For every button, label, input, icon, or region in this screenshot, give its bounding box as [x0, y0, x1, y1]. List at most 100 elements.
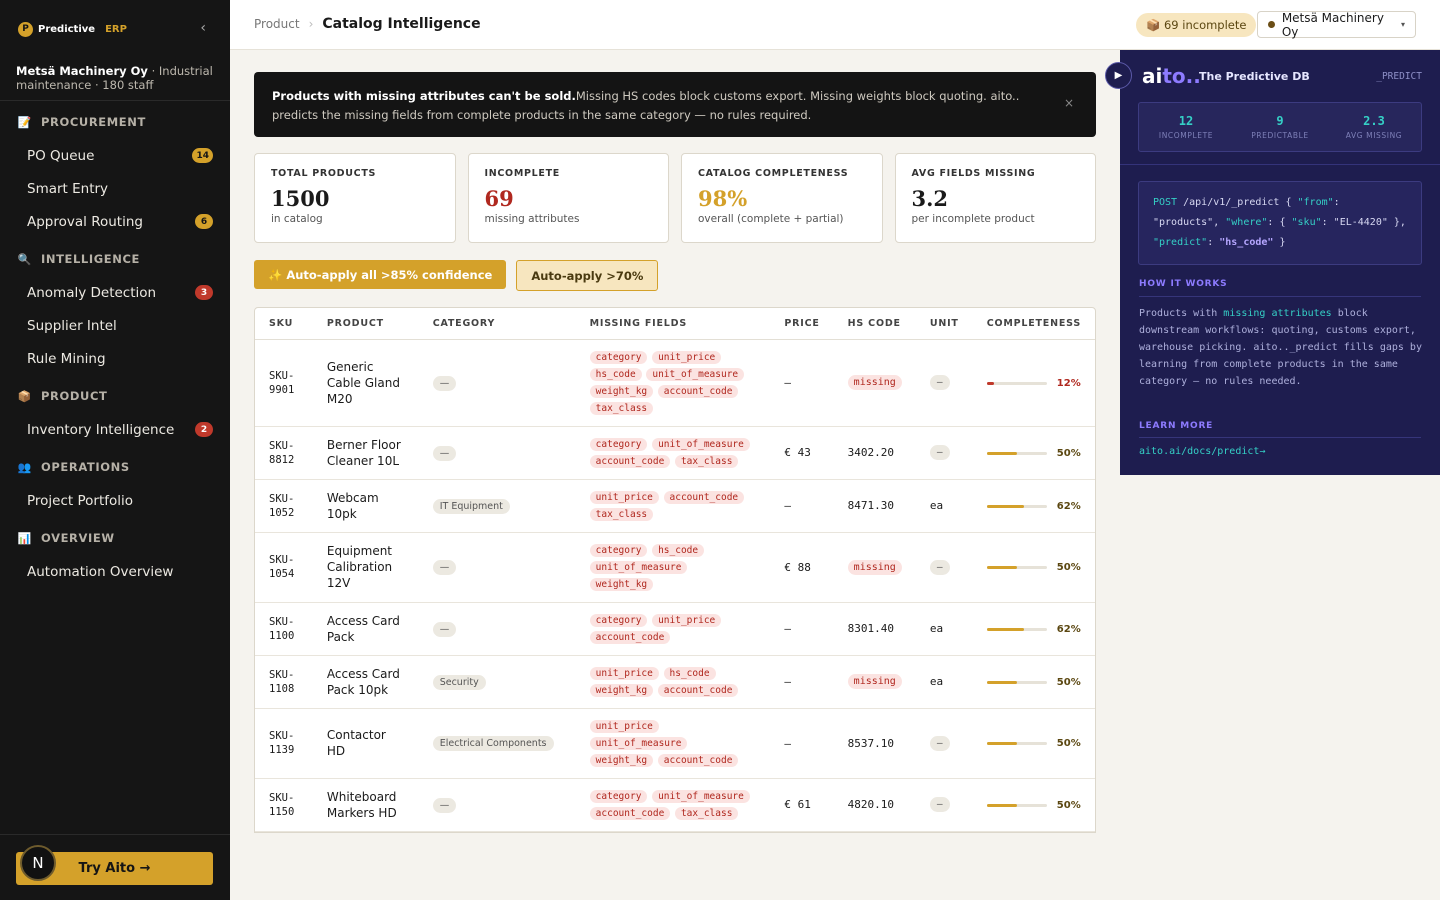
sidebar-item-inventory-intelligence[interactable]: Inventory Intelligence 2 — [0, 413, 230, 446]
sidebar-item-label: Automation Overview — [27, 563, 174, 580]
auto-apply-70-button[interactable]: Auto-apply >70% — [516, 260, 659, 291]
column-header[interactable]: HS CODE — [833, 308, 916, 340]
table-row[interactable]: SKU-1054 Equipment Calibration 12V — catego… — [255, 532, 1095, 603]
category-cell: — — [418, 602, 576, 656]
category-chip: — — [432, 375, 457, 391]
sidebar-item-smart-entry[interactable]: Smart Entry — [0, 172, 230, 205]
aito-panel: aito.. The Predictive DB _PREDICT 12 INCO… — [1120, 50, 1440, 475]
avatar[interactable]: N — [20, 845, 56, 881]
unit-chip: — — [929, 445, 950, 460]
sidebar-item-approval-routing[interactable]: Approval Routing 6 — [0, 205, 230, 238]
unit-cell: — — [915, 532, 973, 603]
table-row[interactable]: SKU-1139 Contactor HD Electrical Component… — [255, 708, 1095, 779]
auto-apply-85-button[interactable]: ✨ Auto-apply all >85% confidence — [254, 260, 507, 289]
table-row[interactable]: SKU-1100 Access Card Pack — category unit_p… — [255, 602, 1095, 656]
breadcrumb-separator-icon: › — [308, 17, 314, 31]
column-header[interactable]: SKU — [255, 308, 313, 340]
aito-stat: 2.3 AVG MISSING — [1327, 103, 1421, 151]
play-icon[interactable]: ▶ — [1105, 62, 1132, 89]
count-badge: 2 — [195, 422, 213, 437]
divider — [1139, 437, 1421, 438]
sidebar-item-supplier-intel[interactable]: Supplier Intel — [0, 309, 230, 342]
column-header[interactable]: MISSING FIELDS — [575, 308, 771, 340]
stat-value: 1500 — [271, 186, 330, 211]
sidebar-item-rule-mining[interactable]: Rule Mining — [0, 342, 230, 375]
sidebar-item-label: Rule Mining — [27, 350, 106, 367]
code-path: /api/v1/_predict { — [1177, 197, 1298, 208]
column-header[interactable]: COMPLETENESS — [972, 308, 1095, 340]
sidebar-item-project-portfolio[interactable]: Project Portfolio — [0, 484, 230, 517]
missing-field-chip: unit_price — [589, 719, 659, 733]
code-punct: } — [1273, 237, 1286, 248]
aito-logo: aito.. — [1142, 64, 1201, 88]
missing-field-chip: category — [589, 789, 648, 803]
incomplete-count-badge[interactable]: 📦 69 incomplete — [1136, 13, 1257, 37]
missing-fields-cell: category unit_price hs_code unit_of_meas… — [575, 339, 771, 427]
missing-field-chip: category — [589, 543, 648, 557]
product-name-cell: Access Card Pack 10pk — [312, 655, 419, 709]
nav-section-label: PRODUCT — [41, 389, 108, 403]
price-cell: € 88 — [770, 532, 834, 603]
completeness-cell: 50% — [972, 655, 1095, 709]
close-icon[interactable]: × — [1064, 94, 1074, 113]
sidebar-item-label: PO Queue — [27, 147, 95, 164]
sidebar-item-automation-overview[interactable]: Automation Overview — [0, 555, 230, 588]
completeness-percent: 62% — [1056, 500, 1081, 512]
category-chip: — — [432, 445, 457, 461]
missing-fields-cell: unit_price unit_of_measure weight_kg acc… — [575, 708, 771, 779]
org-selector[interactable]: Metsä Machinery Oy ▾ — [1257, 11, 1416, 39]
column-header[interactable]: PRODUCT — [312, 308, 419, 340]
table-row[interactable]: SKU-1052 Webcam 10pk IT Equipment unit_pric… — [255, 479, 1095, 533]
count-badge: 14 — [192, 148, 213, 163]
hs-code-cell: missing — [833, 655, 916, 709]
column-header[interactable]: PRICE — [770, 308, 834, 340]
sku-cell: SKU-1150 — [255, 778, 313, 832]
missing-tag: missing — [847, 375, 902, 390]
column-header[interactable]: CATEGORY — [418, 308, 576, 340]
missing-field-chip: weight_kg — [589, 683, 654, 697]
product-name-cell: Contactor HD — [312, 708, 419, 779]
category-chip: Electrical Components — [432, 736, 554, 751]
sidebar-item-label: Supplier Intel — [27, 317, 117, 334]
divider — [1120, 164, 1440, 165]
missing-field-chip: unit_price — [589, 666, 659, 680]
code-punct: , — [1213, 217, 1226, 228]
price-cell: € 43 — [770, 426, 834, 480]
nav-section-label: PROCUREMENT — [41, 115, 146, 129]
unit-chip: — — [929, 559, 950, 575]
nav-section-intelligence: 🔍 INTELLIGENCE — [0, 242, 230, 276]
table-row[interactable]: SKU-1108 Access Card Pack 10pk Security uni… — [255, 655, 1095, 709]
completeness-cell: 62% — [972, 602, 1095, 656]
chevron-down-icon: ▾ — [1400, 20, 1405, 29]
sidebar-item-label: Project Portfolio — [27, 492, 134, 509]
sidebar-item-anomaly-detection[interactable]: Anomaly Detection 3 — [0, 276, 230, 309]
brand-erp: ERP — [105, 23, 127, 35]
table-row[interactable]: SKU-8812 Berner Floor Cleaner 10L — categor… — [255, 426, 1095, 480]
table-row[interactable]: SKU-9901 Generic Cable Gland M20— category… — [255, 339, 1095, 427]
missing-field-chip: tax_class — [589, 507, 654, 521]
completeness-percent: 62% — [1056, 623, 1081, 635]
sidebar-item-label: Anomaly Detection — [27, 284, 157, 301]
aito-stat: 9 PREDICTABLE — [1233, 103, 1327, 151]
completeness-percent: 50% — [1056, 676, 1081, 688]
completeness-bar-fill — [986, 680, 1017, 684]
hs-code-cell: missing — [833, 532, 916, 603]
missing-field-chip: tax_class — [589, 401, 654, 415]
sidebar-item-po-queue[interactable]: PO Queue 14 — [0, 139, 230, 172]
stat-value: 3.2 — [911, 186, 949, 211]
unit-cell: — — [915, 426, 973, 480]
page-title: Catalog Intelligence — [322, 16, 481, 32]
hs-code-cell: 8471.30 — [833, 479, 916, 533]
code-punct: : — [1333, 197, 1340, 208]
category-chip: Security — [432, 674, 486, 690]
missing-field-chip: hs_code — [663, 666, 716, 680]
missing-field-chip: weight_kg — [589, 384, 654, 398]
breadcrumb: Product › Catalog Intelligence — [254, 16, 481, 32]
column-header[interactable]: UNIT — [915, 308, 973, 340]
docs-link[interactable]: aito.ai/docs/predict→ — [1139, 446, 1265, 457]
stat-value: 69 — [484, 186, 514, 211]
table-row[interactable]: SKU-1150 Whiteboard Markers HD — category u… — [255, 778, 1095, 832]
product-name-cell: Berner Floor Cleaner 10L — [312, 426, 419, 480]
breadcrumb-parent[interactable]: Product — [254, 17, 300, 31]
collapse-sidebar-icon[interactable]: ‹ — [200, 20, 206, 36]
